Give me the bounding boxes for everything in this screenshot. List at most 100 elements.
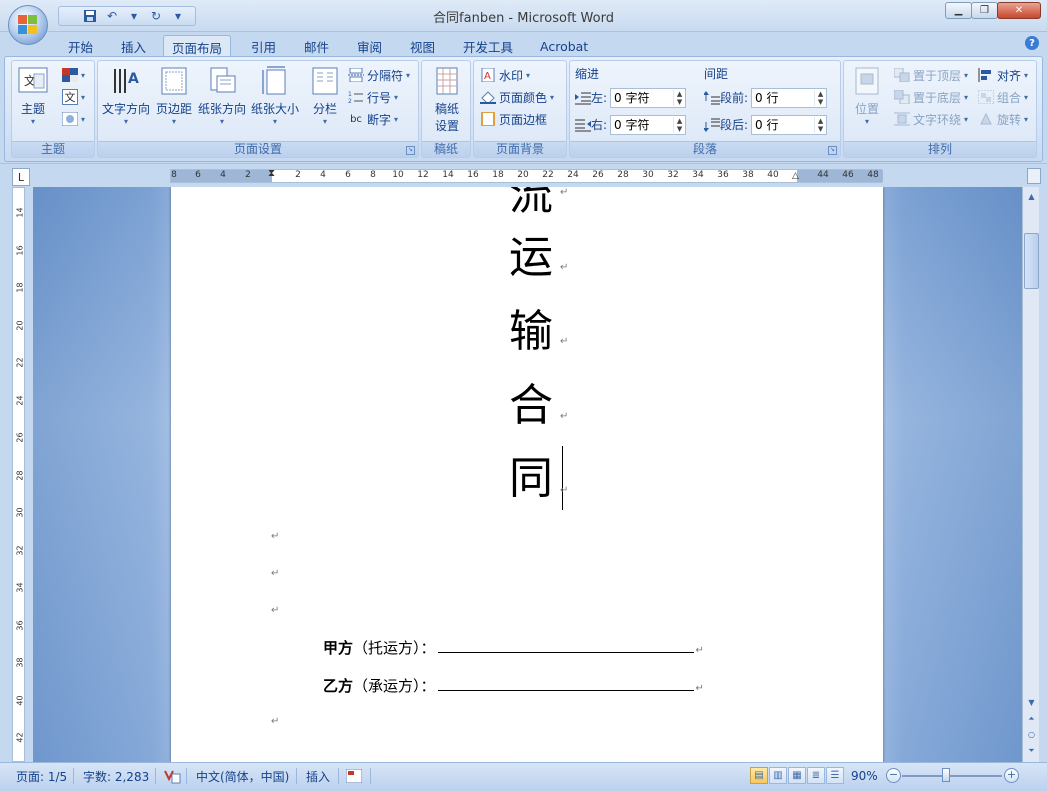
send-to-back-button[interactable]: 置于底层 ▾ [894, 87, 968, 107]
ruler-tick-label: 46 [842, 170, 854, 180]
send-to-back-icon [894, 89, 910, 105]
zoom-slider-thumb[interactable] [942, 768, 950, 782]
theme-effects-button[interactable]: ▾ [62, 109, 85, 129]
tab-view[interactable]: 视图 [402, 35, 443, 57]
party-a-blank[interactable] [437, 639, 694, 653]
bring-to-front-button[interactable]: 置于顶层 ▾ [894, 65, 968, 85]
tab-mailings[interactable]: 邮件 [296, 35, 337, 57]
zoom-out-icon[interactable]: − [886, 768, 901, 783]
minimize-button[interactable]: ▁ [945, 2, 972, 19]
ruler-tick-label: 6 [345, 170, 351, 180]
document-page[interactable]: 流 ↵ 运 ↵ 输 ↵ 合 ↵ 同 ↵ ↵ ↵ ↵ 甲方 （托运方）： ↵ 乙方… [171, 187, 883, 762]
party-b-blank[interactable] [437, 677, 694, 691]
page-background-group-label: 页面背景 [474, 141, 566, 157]
full-screen-reading-icon[interactable]: ▥ [769, 767, 787, 784]
orientation-button[interactable]: 纸张方向 ▾ [198, 65, 246, 126]
close-button[interactable]: ✕ [997, 2, 1041, 19]
language-indicator[interactable]: 中文(简体，中国) [196, 767, 289, 785]
draft-view-icon[interactable]: ☰ [826, 767, 844, 784]
page-borders-button[interactable]: 页面边框 [480, 109, 547, 129]
vertical-ruler[interactable]: 14 16 18 20 22 24 26 28 30 32 34 36 38 40 42 [12, 187, 25, 762]
breaks-button[interactable]: 分隔符 ▾ [348, 65, 410, 85]
tab-page-layout[interactable]: 页面布局 [163, 35, 232, 58]
print-layout-view-icon[interactable]: ▤ [750, 767, 768, 784]
text-direction-button[interactable]: A 文字方向 ▾ [102, 65, 150, 126]
paragraph-dialog-launcher[interactable]: ↘ [828, 146, 837, 155]
position-button[interactable]: 位置 ▾ [852, 65, 882, 126]
page-color-button[interactable]: 页面颜色 ▾ [480, 87, 554, 107]
spacing-after-spinner-icon[interactable]: ▲ ▼ [814, 116, 826, 133]
indent-right-spinner-icon[interactable]: ▲ ▼ [673, 116, 685, 133]
next-page-icon[interactable]: ⏷ [1024, 743, 1039, 758]
text-wrap-button[interactable]: 文字环绕 ▾ [894, 109, 968, 129]
tab-review[interactable]: 审阅 [349, 35, 390, 57]
indent-marker-icon[interactable]: ⧗ [268, 168, 275, 179]
help-icon[interactable]: ? [1025, 36, 1039, 50]
word-count[interactable]: 字数: 2,283 [83, 767, 149, 785]
outline-view-icon[interactable]: ≣ [807, 767, 825, 784]
page-setup-dialog-launcher[interactable]: ↘ [406, 146, 415, 155]
tab-developer[interactable]: 开发工具 [455, 35, 521, 57]
proofing-icon[interactable] [163, 767, 181, 785]
tab-acrobat[interactable]: Acrobat [532, 35, 596, 57]
web-layout-icon[interactable]: ▦ [788, 767, 806, 784]
zoom-level[interactable]: 90% [851, 767, 878, 785]
select-browse-object-icon[interactable]: ○ [1024, 727, 1039, 742]
margins-button[interactable]: 页边距 ▾ [156, 65, 192, 126]
macro-record-icon[interactable] [346, 767, 362, 785]
zoom-in-icon[interactable]: + [1004, 768, 1019, 783]
right-indent-marker-icon[interactable]: △ [792, 171, 799, 181]
document-area[interactable]: 流 ↵ 运 ↵ 输 ↵ 合 ↵ 同 ↵ ↵ ↵ ↵ 甲方 （托运方）： ↵ 乙方… [33, 187, 1022, 762]
spacing-before-spinner-icon[interactable]: ▲ ▼ [814, 89, 826, 106]
svg-text:A: A [128, 71, 139, 87]
paper-size-icon [260, 65, 290, 97]
indent-left-icon [575, 90, 591, 106]
line-numbers-button[interactable]: 12 行号 ▾ [348, 87, 398, 107]
scroll-up-icon[interactable]: ▲ [1024, 189, 1039, 204]
page-count[interactable]: 页面: 1/5 [16, 767, 67, 785]
tab-selector-icon[interactable]: L [12, 168, 30, 186]
tab-insert[interactable]: 插入 [113, 35, 154, 57]
align-button[interactable]: 对齐 ▾ [978, 65, 1028, 85]
theme-fonts-button[interactable]: 文 ▾ [62, 87, 85, 107]
ruler-tick-label: 2 [295, 170, 301, 180]
vertical-ruler-tick-label: 14 [15, 207, 25, 218]
previous-page-icon[interactable]: ⏶ [1024, 711, 1039, 726]
scroll-thumb[interactable] [1024, 233, 1039, 289]
size-button[interactable]: 纸张大小 ▾ [251, 65, 299, 126]
arrange-group-label: 排列 [844, 141, 1036, 157]
paragraph-mark: ↵ [560, 411, 569, 422]
group-button[interactable]: 组合 ▾ [978, 87, 1028, 107]
office-button[interactable] [8, 5, 48, 45]
theme-colors-button[interactable]: ▾ [62, 65, 85, 85]
hyphenation-button[interactable]: bc 断字 ▾ [348, 109, 398, 129]
spacing-before-input[interactable]: 0 行 ▲ ▼ [751, 87, 828, 108]
indent-left-spinner-icon[interactable]: ▲ ▼ [673, 89, 685, 106]
ruler-tick-label: 8 [370, 170, 376, 180]
manuscript-settings-button[interactable]: 稿纸 设置 [432, 65, 462, 134]
align-label: 对齐 [997, 68, 1022, 83]
position-label: 位置 [854, 102, 879, 116]
indent-left-input[interactable]: 0 字符 ▲ ▼ [610, 87, 687, 108]
theme-button[interactable]: 文 主题 ▾ [18, 65, 48, 126]
watermark-button[interactable]: A 水印 ▾ [480, 65, 530, 85]
spacing-title: 间距 [704, 67, 729, 81]
columns-icon [310, 65, 340, 97]
horizontal-ruler[interactable]: 8 6 4 2 2 4 6 8 10 12 14 16 18 20 22 24 26 28 30 32 34 36 38 40… [170, 168, 883, 183]
indent-right-input[interactable]: 0 字符 ▲ ▼ [610, 114, 687, 135]
page-color-label: 页面颜色 [499, 90, 548, 105]
ruler-tick-label: 6 [195, 170, 201, 180]
insert-mode[interactable]: 插入 [306, 767, 330, 785]
ribbon-tabs: 开始 插入 页面布局 引用 邮件 审阅 视图 开发工具 Acrobat [0, 32, 1047, 58]
scroll-down-icon[interactable]: ▼ [1024, 695, 1039, 710]
spacing-after-input[interactable]: 0 行 ▲ ▼ [751, 114, 828, 135]
columns-button[interactable]: 分栏 ▾ [310, 65, 340, 126]
tab-home[interactable]: 开始 [60, 35, 101, 57]
restore-button[interactable]: ❐ [971, 2, 998, 19]
tab-references[interactable]: 引用 [243, 35, 284, 57]
view-ruler-icon[interactable] [1027, 168, 1041, 184]
vertical-scrollbar[interactable]: ▲ ▼ ⏶ ○ ⏷ [1022, 187, 1039, 762]
rotate-button[interactable]: 旋转 ▾ [978, 109, 1028, 129]
vertical-ruler-tick-label: 16 [15, 244, 25, 256]
zoom-slider[interactable] [902, 775, 1002, 777]
